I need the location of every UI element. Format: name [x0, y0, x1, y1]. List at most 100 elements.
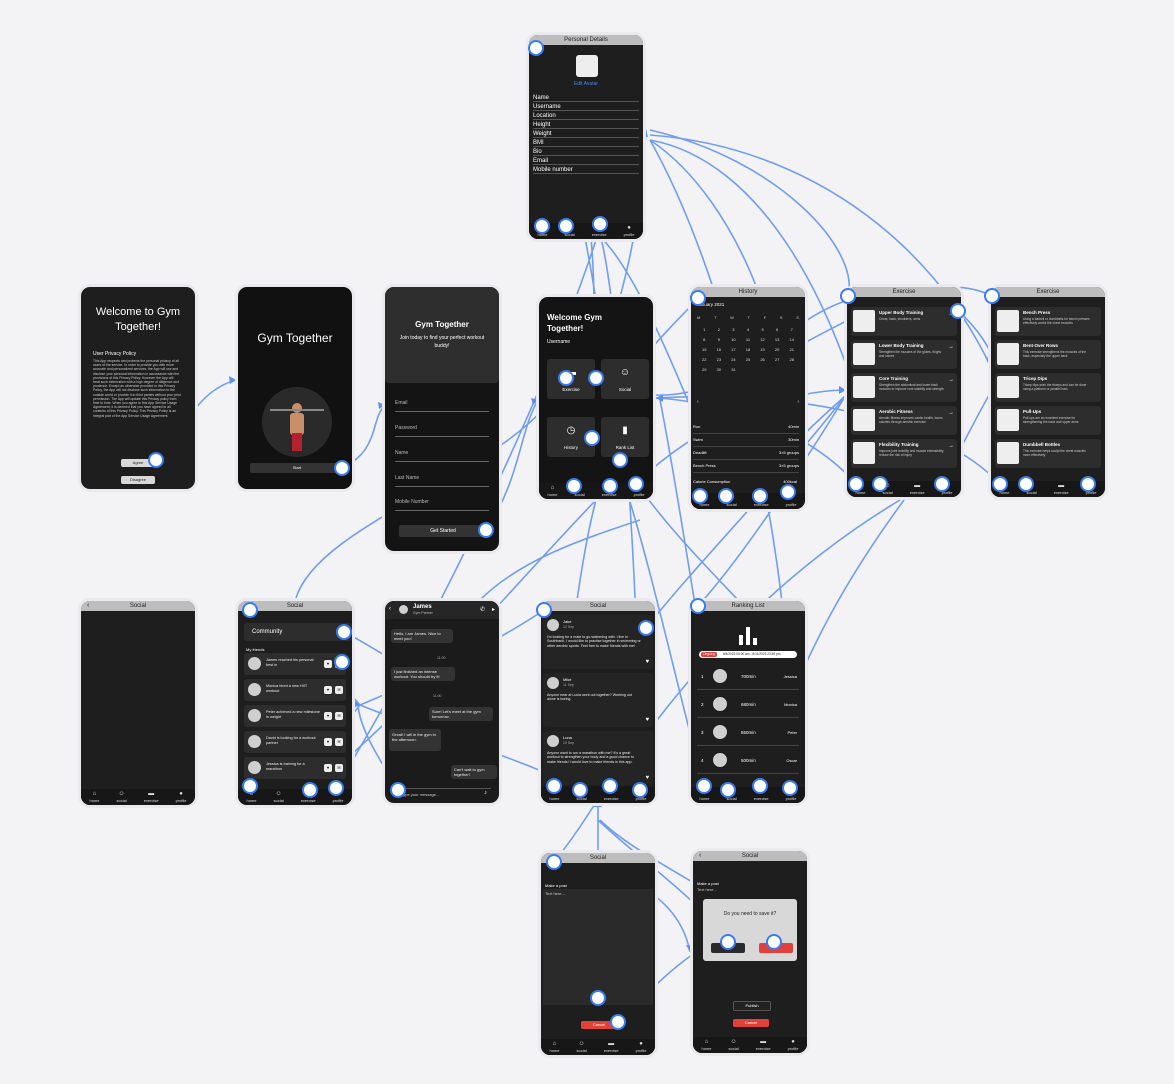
nav-profile[interactable]: ●profile [624, 225, 635, 237]
calendar-day[interactable]: 10 [726, 337, 741, 342]
like-icon[interactable]: ♥ [645, 717, 649, 723]
calendar-day[interactable]: 25 [741, 357, 756, 362]
nav-profile[interactable]: ●profile [788, 1039, 799, 1051]
nav-exercise[interactable]: ▬exercise [910, 483, 925, 495]
tile-rank-list[interactable]: ▮ Rank List [601, 417, 649, 457]
month-switcher[interactable]: ‹ › [697, 399, 799, 405]
calendar-day[interactable]: 9 [712, 337, 727, 342]
friend-item[interactable]: David is looking for a workout partner ♥ ✉ [244, 731, 346, 753]
message-input[interactable]: Type your message... ♪ [393, 788, 491, 799]
link-hotspot[interactable] [334, 654, 350, 670]
calendar-day[interactable]: 15 [697, 347, 712, 352]
link-hotspot[interactable] [390, 782, 406, 798]
link-hotspot[interactable] [692, 488, 708, 504]
mobile-number-field[interactable]: Mobile Number [395, 499, 489, 511]
start-button[interactable]: Start [250, 463, 344, 473]
link-hotspot[interactable] [780, 484, 796, 500]
disagree-button[interactable]: Disagree [121, 476, 155, 484]
nav-exercise[interactable]: ▬exercise [1054, 483, 1069, 495]
calendar-day[interactable]: 19 [755, 347, 770, 352]
exercise-item[interactable]: Dumbbell Bottles This exercise helps scul… [995, 439, 1101, 468]
calendar-day[interactable]: 6 [770, 327, 785, 332]
link-hotspot[interactable] [558, 218, 574, 234]
cancel-button[interactable]: Cancel [733, 1019, 769, 1027]
last-name-field[interactable]: Last Name [395, 475, 489, 487]
nav-social[interactable]: ☺social [728, 1039, 738, 1051]
nav-home[interactable]: ⌂home [547, 485, 557, 497]
link-hotspot[interactable] [546, 854, 562, 870]
like-icon[interactable]: ♥ [645, 775, 649, 781]
nav-exercise[interactable]: ▬exercise [756, 1039, 771, 1051]
link-hotspot[interactable] [628, 476, 644, 492]
ranking-row[interactable]: 1 700min Jessica [697, 665, 799, 690]
exercise-item[interactable]: Lower Body Training Strengthen the muscle… [851, 340, 957, 369]
message-icon[interactable]: ✉ [335, 738, 343, 746]
email-field[interactable]: Email [395, 400, 489, 412]
field-email[interactable]: Email [533, 158, 639, 165]
calendar-days[interactable]: 1 2 3 4 5 6 7 8 9 10 11 12 13 14 15 16 17 18 19 20 21 22 23 24 2… [697, 327, 799, 372]
link-hotspot[interactable] [718, 488, 734, 504]
link-hotspot[interactable] [1018, 476, 1034, 492]
tile-social[interactable]: ☺ Social [601, 359, 649, 399]
like-icon[interactable]: ♥ [324, 712, 332, 720]
calendar-day[interactable]: 14 [784, 337, 799, 342]
post-text-area[interactable]: Text here... [543, 889, 653, 1005]
like-icon[interactable]: ♥ [645, 659, 649, 665]
link-hotspot[interactable] [602, 478, 618, 494]
message-icon[interactable]: ✉ [335, 712, 343, 720]
link-hotspot[interactable] [528, 40, 544, 56]
exercise-item[interactable]: Core Training Strengthen the abdominal an… [851, 373, 957, 402]
ranking-row[interactable]: 4 500min Oscar [697, 749, 799, 774]
like-icon[interactable]: ♥ [324, 686, 332, 694]
nav-social[interactable]: ☺social [576, 1041, 586, 1053]
link-hotspot[interactable] [690, 598, 706, 614]
link-hotspot[interactable] [534, 218, 550, 234]
link-hotspot[interactable] [752, 778, 768, 794]
calendar-day[interactable]: 22 [697, 357, 712, 362]
edit-avatar-link[interactable]: Edit Avatar [529, 81, 643, 87]
name-field[interactable]: Name [395, 450, 489, 462]
field-location[interactable]: Location [533, 113, 639, 120]
field-bmi[interactable]: BMI [533, 140, 639, 147]
link-hotspot[interactable] [690, 290, 706, 306]
post-item[interactable]: Luna 10 Sep Anyone want to run a marathon … [543, 731, 653, 785]
calendar-day[interactable]: 28 [784, 357, 799, 362]
link-hotspot[interactable] [752, 488, 768, 504]
video-icon[interactable]: ▸ [492, 606, 495, 613]
link-hotspot[interactable] [610, 1014, 626, 1030]
exercise-item[interactable]: Upper Body Training Chest, back, shoulder… [851, 307, 957, 336]
nav-exercise[interactable]: ▬exercise [144, 791, 159, 803]
link-hotspot[interactable] [328, 780, 344, 796]
link-hotspot[interactable] [478, 522, 494, 538]
link-hotspot[interactable] [592, 216, 608, 232]
calendar-day[interactable]: 23 [712, 357, 727, 362]
link-hotspot[interactable] [1080, 476, 1096, 492]
password-field[interactable]: Password [395, 425, 489, 437]
calendar-day[interactable]: 30 [712, 367, 727, 372]
post-item[interactable]: Jake 12 Sep I'm looking for a mate to go s… [543, 615, 653, 669]
link-hotspot[interactable] [638, 620, 654, 636]
phone-icon[interactable]: ✆ [480, 606, 485, 613]
exercise-item[interactable]: Bent-Over Rows This exercise strengthens … [995, 340, 1101, 369]
publish-button[interactable]: Publish [733, 1001, 771, 1011]
link-hotspot[interactable] [536, 602, 552, 618]
link-hotspot[interactable] [588, 370, 604, 386]
field-mobile[interactable]: Mobile number [533, 167, 639, 174]
field-weight[interactable]: Weight [533, 131, 639, 138]
link-hotspot[interactable] [572, 782, 588, 798]
calendar-day[interactable]: 20 [770, 347, 785, 352]
field-username[interactable]: Username [533, 104, 639, 111]
ranking-row[interactable]: 2 680min Monica [697, 693, 799, 718]
back-icon[interactable]: ‹ [389, 606, 391, 612]
calendar-day[interactable]: 11 [741, 337, 756, 342]
nav-exercise[interactable]: ▬exercise [604, 1041, 619, 1053]
nav-profile[interactable]: ●profile [176, 791, 187, 803]
link-hotspot[interactable] [584, 430, 600, 446]
link-hotspot[interactable] [840, 288, 856, 304]
nav-home[interactable]: ⌂home [89, 791, 99, 803]
like-icon[interactable]: ♥ [324, 738, 332, 746]
friend-item[interactable]: Peter achieved a new milestone in weight… [244, 705, 346, 727]
calendar-day[interactable]: 4 [741, 327, 756, 332]
exercise-item[interactable]: Tricep Dips Tricep dips work the triceps … [995, 373, 1101, 402]
calendar-day[interactable]: 26 [755, 357, 770, 362]
